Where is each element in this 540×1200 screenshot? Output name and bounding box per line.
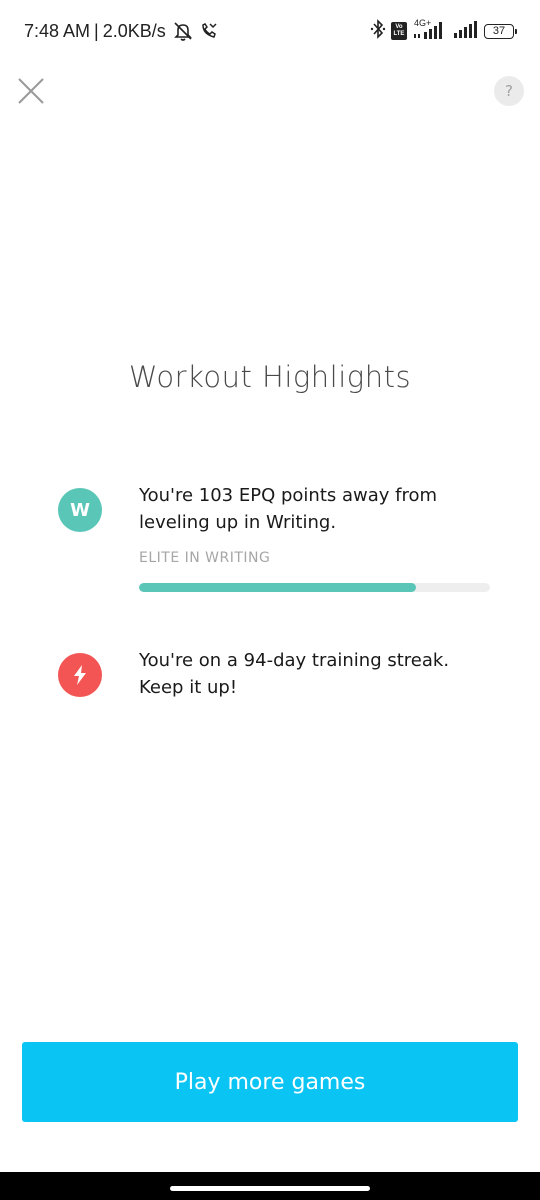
status-left: 7:48 AM | 2.0KB/s xyxy=(24,20,218,42)
level-progress-fill xyxy=(139,583,417,592)
highlight-line: You're 103 EPQ points away from xyxy=(139,485,438,506)
status-time: 7:48 AM xyxy=(24,20,91,41)
home-indicator[interactable] xyxy=(170,1186,370,1191)
status-separator: | xyxy=(94,20,99,41)
help-icon: ? xyxy=(505,82,513,100)
signal-icon xyxy=(453,19,479,43)
writing-badge-icon: W xyxy=(58,488,102,532)
lightning-glyph xyxy=(74,665,86,685)
play-more-games-button[interactable]: Play more games xyxy=(22,1042,518,1122)
level-label: ELITE IN WRITING xyxy=(139,550,271,566)
signal-4g-icon: 4G+ xyxy=(412,18,448,42)
level-progress-bar xyxy=(139,583,490,592)
highlight-line: leveling up in Writing. xyxy=(139,512,337,533)
status-right: Vo LTE 4G+ 37 xyxy=(370,18,517,44)
page-title: Workout Highlights xyxy=(128,360,412,394)
volte-icon: Vo LTE xyxy=(391,22,407,40)
mute-icon xyxy=(172,21,194,41)
streak-highlight-text: You're on a 94-day training streak. Keep… xyxy=(139,647,499,701)
battery-level: 37 xyxy=(492,25,506,37)
highlight-line: You're on a 94-day training streak. xyxy=(139,650,450,671)
battery-icon: 37 xyxy=(484,23,517,39)
close-icon xyxy=(18,78,44,104)
badge-letter: W xyxy=(70,499,90,521)
navigation-bar xyxy=(0,1172,540,1200)
bluetooth-icon xyxy=(370,19,386,43)
lightning-icon xyxy=(58,653,102,697)
net-speed: 2.0KB/s xyxy=(102,20,166,41)
missed-call-icon xyxy=(200,22,218,40)
status-bar: 7:48 AM | 2.0KB/s Vo LTE 4G+ 37 xyxy=(0,0,540,62)
workout-highlights-screen: 7:48 AM | 2.0KB/s Vo LTE 4G+ 37 ? Workou… xyxy=(0,0,540,1200)
writing-highlight-text: You're 103 EPQ points away from leveling… xyxy=(139,482,499,536)
highlight-line: Keep it up! xyxy=(139,677,238,698)
volte-bottom: LTE xyxy=(393,31,405,37)
volte-top: Vo xyxy=(395,24,403,30)
close-button[interactable] xyxy=(14,74,48,108)
help-button[interactable]: ? xyxy=(494,76,524,106)
